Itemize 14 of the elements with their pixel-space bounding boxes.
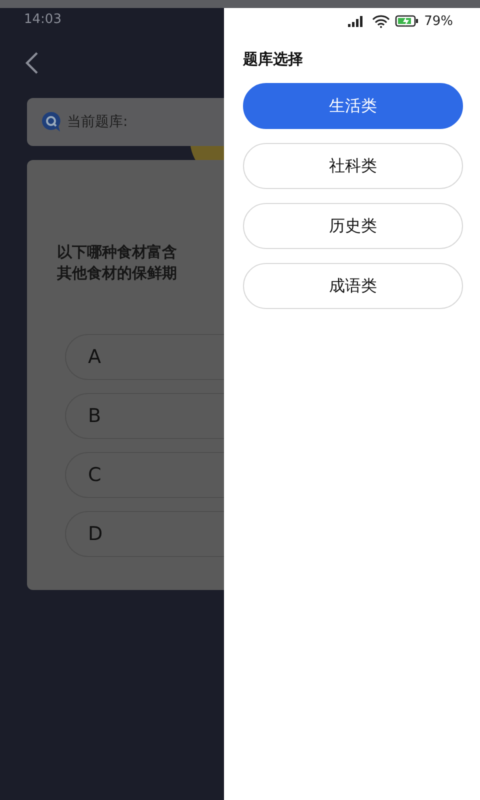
category-button[interactable]: 社科类 xyxy=(243,143,463,189)
category-button[interactable]: 历史类 xyxy=(243,203,463,249)
current-bank-label: 当前题库: xyxy=(67,113,128,131)
q-chat-icon xyxy=(41,111,61,133)
battery-percent: 79% xyxy=(424,14,453,28)
back-icon[interactable] xyxy=(25,51,39,75)
status-time: 14:03 xyxy=(24,12,62,27)
battery-charging-icon xyxy=(395,15,420,27)
question-text: 以下哪种食材富含 xyxy=(57,242,178,263)
category-button[interactable]: 成语类 xyxy=(243,263,463,309)
wifi-icon xyxy=(372,14,390,28)
question-text: 其他食材的保鲜期 xyxy=(57,263,178,284)
category-button[interactable]: 生活类 xyxy=(243,83,463,129)
drawer-title: 题库选择 xyxy=(243,50,304,69)
